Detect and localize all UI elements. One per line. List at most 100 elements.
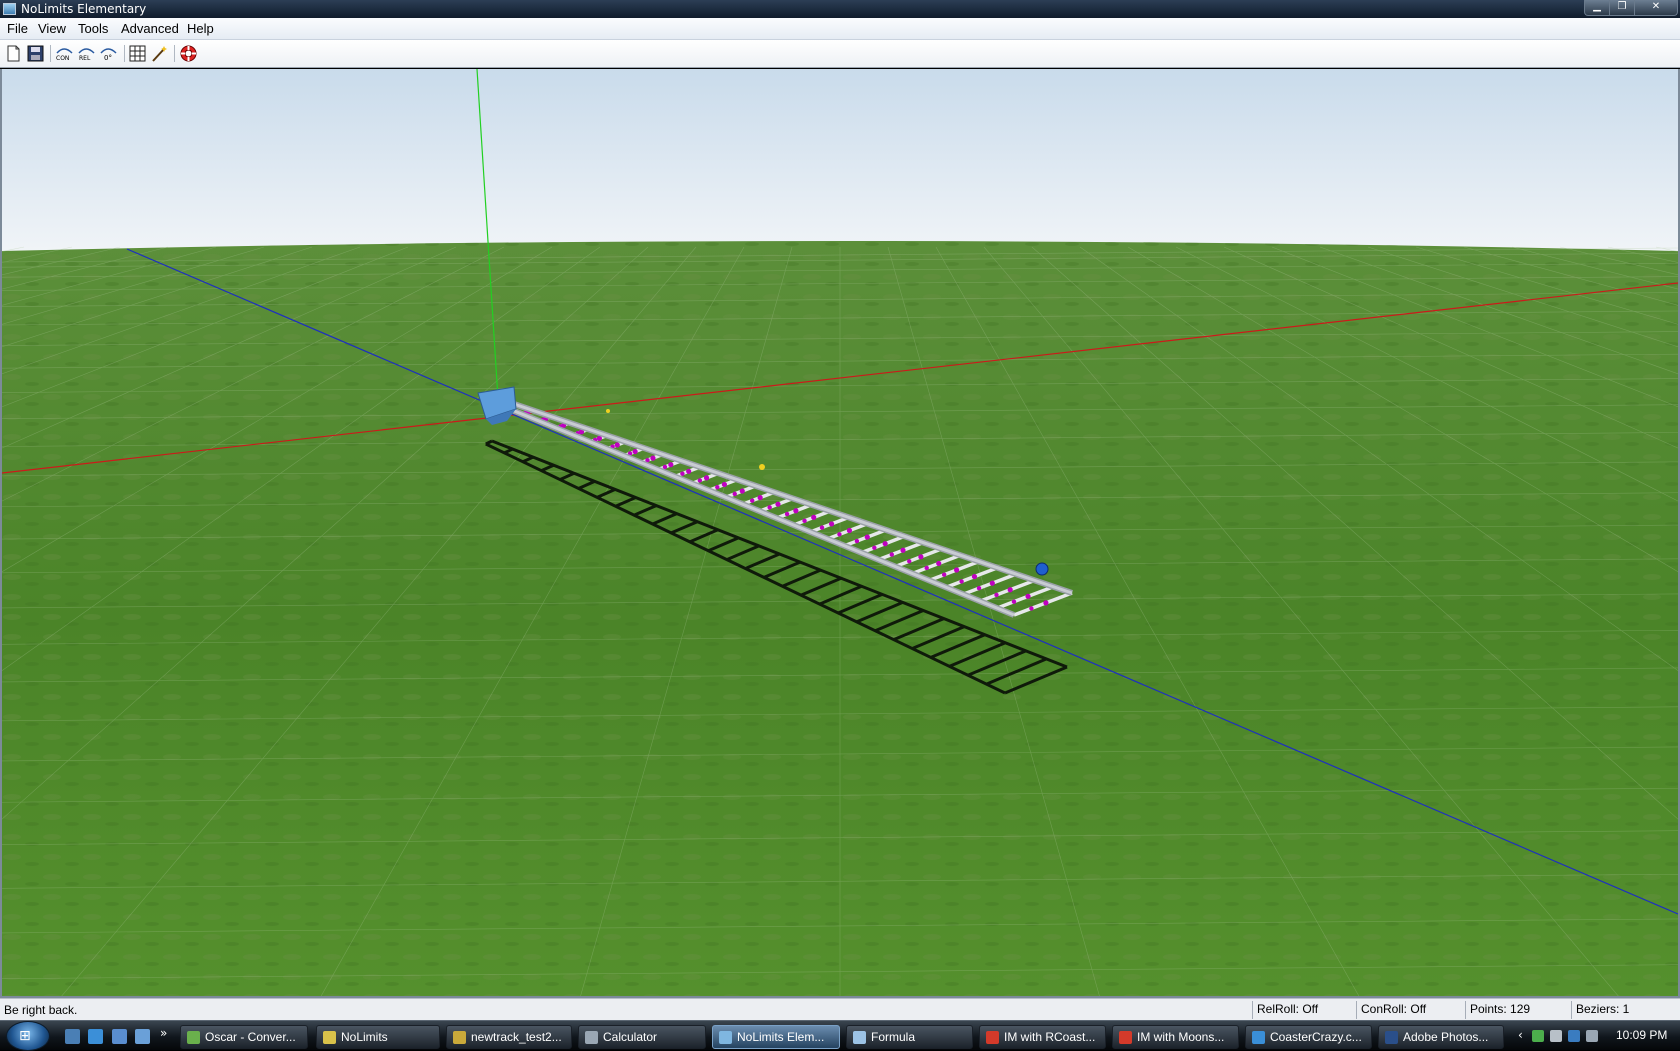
taskbar-button-label: Calculator	[603, 1030, 658, 1044]
internet-explorer-icon[interactable]	[88, 1029, 103, 1044]
title-bar[interactable]: NoLimits Elementary ▁ ❐ ✕	[0, 0, 1680, 18]
taskbar-button-label: IM with RCoast...	[1004, 1030, 1096, 1044]
track-node	[971, 573, 978, 580]
taskbar-button[interactable]: IM with RCoast...	[979, 1025, 1106, 1049]
grid-icon[interactable]	[128, 44, 147, 63]
taskbar: ⊞ » Oscar - Conver... NoLimits newtrack_te…	[0, 1020, 1680, 1051]
track-node	[757, 495, 763, 501]
taskbar-button[interactable]: NoLimits Elem...	[712, 1025, 840, 1049]
save-icon[interactable]	[26, 44, 45, 63]
switch-windows-icon[interactable]	[112, 1029, 127, 1044]
tray-expand-icon[interactable]: ‹	[1518, 1028, 1523, 1042]
app-window: NoLimits Elementary ▁ ❐ ✕ File View Tool…	[0, 0, 1680, 1051]
control-point-marker[interactable]	[759, 464, 765, 470]
relroll-status: RelRoll: Off	[1252, 1001, 1352, 1019]
track-node	[918, 554, 924, 560]
track-node	[872, 545, 877, 550]
track-node	[1011, 599, 1017, 604]
volume-icon[interactable]	[1586, 1030, 1598, 1042]
track-node	[936, 560, 942, 567]
quicklaunch-icon[interactable]	[135, 1029, 150, 1044]
minimize-button[interactable]: ▁	[1584, 0, 1610, 16]
toolbar-separator	[50, 45, 51, 62]
taskbar-button[interactable]: Oscar - Conver...	[180, 1025, 308, 1049]
taskbar-app-icon	[323, 1031, 336, 1044]
scene-canvas[interactable]	[2, 69, 1678, 998]
taskbar-button[interactable]: NoLimits	[316, 1025, 440, 1049]
track-node	[793, 508, 799, 514]
menu-advanced[interactable]: Advanced	[121, 21, 179, 37]
track-node	[732, 491, 737, 497]
track-node	[650, 455, 656, 461]
taskbar-button-label: Adobe Photos...	[1403, 1030, 1489, 1044]
svg-text:REL: REL	[79, 55, 91, 62]
track-node	[854, 538, 860, 544]
menu-view[interactable]: View	[38, 21, 66, 37]
track-node	[900, 547, 906, 553]
control-point-marker[interactable]	[606, 409, 610, 413]
taskbar-button[interactable]: IM with Moons...	[1112, 1025, 1239, 1049]
taskbar-button[interactable]: Adobe Photos...	[1378, 1025, 1504, 1049]
clock[interactable]: 10:09 PM	[1616, 1028, 1667, 1042]
taskbar-button[interactable]: Calculator	[578, 1025, 706, 1049]
track-node	[1007, 587, 1013, 593]
track-node	[819, 525, 825, 530]
end-node-marker[interactable]	[1035, 562, 1049, 576]
rel-roll-icon[interactable]: REL	[77, 44, 96, 63]
start-button[interactable]: ⊞	[6, 1021, 50, 1051]
tray-app-icon[interactable]	[1550, 1030, 1562, 1042]
track-node	[989, 580, 995, 586]
zero-degree-icon[interactable]: 0°	[99, 44, 118, 63]
taskbar-app-icon	[719, 1031, 732, 1044]
track-node	[767, 505, 772, 510]
track-node	[750, 498, 755, 503]
status-message: Be right back.	[4, 1003, 78, 1017]
taskbar-app-icon	[585, 1031, 598, 1044]
svg-text:0°: 0°	[104, 54, 112, 62]
beziers-status: Beziers: 1	[1571, 1001, 1680, 1019]
taskbar-button-label: NoLimits Elem...	[737, 1030, 825, 1044]
wand-icon[interactable]	[150, 44, 169, 63]
track-node	[889, 552, 895, 557]
track-node	[1025, 593, 1031, 599]
taskbar-button[interactable]: CoasterCrazy.c...	[1245, 1025, 1372, 1049]
track-node	[632, 448, 638, 455]
taskbar-button[interactable]: newtrack_test2...	[446, 1025, 572, 1049]
menu-tools[interactable]: Tools	[78, 21, 108, 37]
tray-app-icon[interactable]	[1532, 1030, 1544, 1042]
track-node	[668, 462, 674, 468]
status-bar: Be right back. RelRoll: Off ConRoll: Off…	[0, 998, 1680, 1020]
track-node	[1029, 606, 1034, 611]
track-node	[614, 442, 620, 448]
sky	[2, 69, 1678, 259]
track-node	[837, 532, 842, 537]
network-icon[interactable]	[1568, 1030, 1580, 1042]
close-button[interactable]: ✕	[1634, 0, 1678, 16]
points-status: Points: 129	[1465, 1001, 1571, 1019]
3d-viewport[interactable]	[0, 69, 1680, 998]
quicklaunch-more-icon[interactable]: »	[160, 1026, 167, 1040]
toolbar: CON REL 0°	[0, 40, 1680, 68]
taskbar-app-icon	[453, 1031, 466, 1044]
track-node	[739, 488, 745, 494]
menu-file[interactable]: File	[7, 21, 28, 37]
track-node	[846, 527, 853, 534]
con-roll-icon[interactable]: CON	[55, 44, 74, 63]
menu-help[interactable]: Help	[187, 21, 214, 37]
svg-text:CON: CON	[56, 55, 69, 62]
taskbar-button[interactable]: Formula	[846, 1025, 973, 1049]
track-node	[953, 567, 960, 573]
taskbar-app-icon	[986, 1031, 999, 1044]
track-node	[697, 478, 703, 483]
maximize-button[interactable]: ❐	[1609, 0, 1635, 16]
track-node	[924, 565, 929, 571]
new-file-icon[interactable]	[4, 44, 23, 63]
taskbar-button-label: Oscar - Conver...	[205, 1030, 296, 1044]
help-lifebuoy-icon[interactable]	[179, 44, 198, 63]
track-node	[721, 481, 728, 488]
window-title: NoLimits Elementary	[21, 2, 147, 16]
track-node	[784, 511, 790, 517]
track-node	[662, 464, 668, 470]
show-desktop-icon[interactable]	[65, 1029, 80, 1044]
taskbar-app-icon	[187, 1031, 200, 1044]
